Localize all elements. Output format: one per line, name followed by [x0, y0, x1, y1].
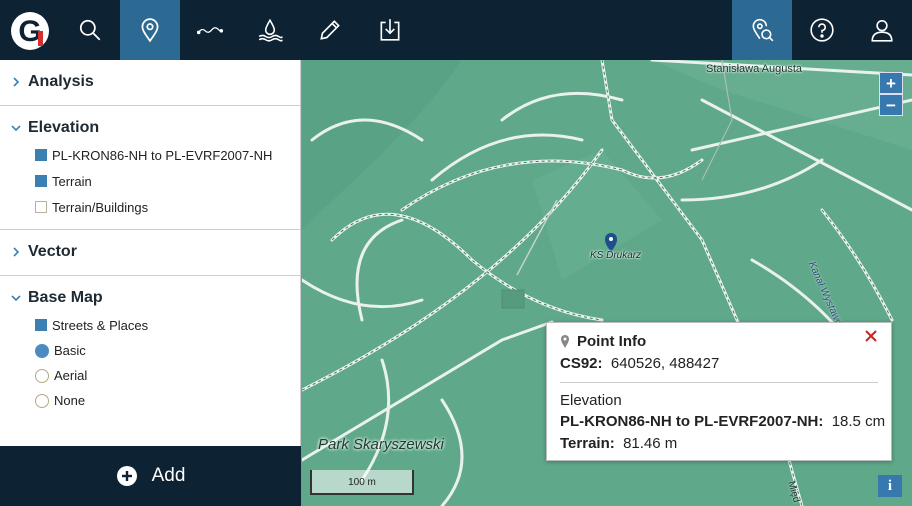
- base-map-header[interactable]: Base Map: [0, 284, 300, 312]
- radio[interactable]: [35, 343, 49, 358]
- profile-wave-icon: [197, 27, 223, 35]
- water-level-icon: [258, 18, 283, 42]
- basemap-option-aerial[interactable]: Aerial: [0, 363, 300, 388]
- layer-label: Terrain/Buildings: [52, 199, 149, 215]
- row-value: 18.5 cm: [831, 413, 886, 430]
- popup-title: Point Info: [577, 332, 647, 350]
- download-button[interactable]: [360, 0, 420, 60]
- point-info-popup: Point Info CS92: 640526, 488427 Elevatio…: [546, 322, 892, 461]
- identify-button[interactable]: [732, 0, 792, 60]
- section-base-map: Base Map Streets & Places Basic Aerial N…: [0, 276, 300, 422]
- row-value: 81.46 m: [623, 435, 678, 452]
- layer-toggle-kron86[interactable]: PL-KRON86-NH to PL-EVRF2007-NH: [0, 142, 300, 168]
- basemap-label: Basic: [54, 343, 86, 358]
- section-title: Base Map: [28, 289, 103, 306]
- section-title: Vector: [28, 243, 77, 260]
- divider: [560, 382, 878, 383]
- basemap-option-none[interactable]: None: [0, 388, 300, 413]
- analysis-header[interactable]: Analysis: [0, 68, 300, 96]
- layer-label: Terrain: [52, 173, 92, 189]
- elevation-row: PL-KRON86-NH to PL-EVRF2007-NH: 18.5 cm: [560, 411, 885, 433]
- account-button[interactable]: [852, 0, 912, 60]
- popup-section-title: Elevation: [560, 392, 622, 409]
- zoom-in-button[interactable]: +: [879, 72, 903, 94]
- map-info-icon: [752, 18, 774, 42]
- add-layer-button[interactable]: Add: [0, 446, 301, 506]
- coordinate-row: CS92: 640526, 488427: [560, 353, 878, 375]
- layer-label: Streets & Places: [52, 317, 149, 333]
- map-pin-icon: [561, 335, 569, 348]
- profile-button[interactable]: [180, 0, 240, 60]
- chevron-down-icon: [11, 295, 21, 302]
- basemap-label: Aerial: [54, 368, 88, 383]
- place-label: KS Drukarz: [590, 250, 642, 261]
- pencil-icon: [320, 20, 340, 40]
- coordinate-key: CS92:: [560, 355, 603, 372]
- layer-toggle-streets[interactable]: Streets & Places: [0, 312, 300, 338]
- chevron-right-icon: [13, 247, 20, 257]
- chevron-down-icon: [11, 125, 21, 132]
- checkbox[interactable]: [35, 149, 47, 161]
- section-title: Analysis: [28, 73, 94, 90]
- coordinate-value: 640526, 488427: [610, 355, 720, 372]
- search-button[interactable]: [60, 0, 120, 60]
- place-button[interactable]: [120, 0, 180, 60]
- section-vector: Vector: [0, 230, 300, 276]
- terrain-row: Terrain: 81.46 m: [560, 433, 878, 455]
- draw-button[interactable]: [300, 0, 360, 60]
- help-button[interactable]: [792, 0, 852, 60]
- map-pin-icon: [141, 18, 159, 43]
- chevron-right-icon: [13, 77, 20, 87]
- add-label: Add: [151, 465, 186, 486]
- elevation-header[interactable]: Elevation: [0, 114, 300, 142]
- row-key: Terrain:: [560, 435, 615, 452]
- radio[interactable]: [35, 393, 49, 408]
- checkbox[interactable]: [35, 201, 47, 213]
- attribution-info-button[interactable]: i: [878, 475, 902, 497]
- layer-toggle-terrain[interactable]: Terrain: [0, 168, 300, 194]
- row-key: PL-KRON86-NH to PL-EVRF2007-NH:: [560, 413, 824, 430]
- app-logo[interactable]: G: [10, 11, 50, 51]
- checkbox[interactable]: [35, 175, 47, 187]
- section-analysis: Analysis: [0, 60, 300, 106]
- map-view[interactable]: Stanisława Augusta KS Drukarz Kanał Wyst…: [302, 60, 912, 506]
- user-icon: [871, 19, 893, 42]
- section-title: Elevation: [28, 119, 100, 136]
- checkbox[interactable]: [35, 319, 47, 331]
- download-icon: [380, 19, 400, 41]
- popup-header: Point Info: [560, 329, 878, 353]
- radio[interactable]: [35, 368, 49, 383]
- close-icon[interactable]: [864, 329, 878, 343]
- park-label: Park Skaryszewski: [318, 436, 444, 453]
- street-label: Stanisława Augusta: [706, 63, 803, 75]
- search-icon: [79, 19, 101, 41]
- help-icon: [810, 18, 834, 42]
- toolbar: G: [0, 0, 912, 60]
- basemap-label: None: [54, 393, 86, 408]
- scale-bar: 100 m: [310, 470, 414, 495]
- zoom-out-button[interactable]: −: [879, 94, 903, 116]
- layer-label: PL-KRON86-NH to PL-EVRF2007-NH: [52, 147, 273, 163]
- layer-panel: Analysis Elevation PL-KRON86-NH to PL-EV…: [0, 60, 301, 446]
- basemap-option-basic[interactable]: Basic: [0, 338, 300, 363]
- layer-toggle-terrain-buildings[interactable]: Terrain/Buildings: [0, 194, 300, 220]
- vector-header[interactable]: Vector: [0, 238, 300, 266]
- flood-button[interactable]: [240, 0, 300, 60]
- plus-circle-icon: [116, 466, 137, 486]
- section-elevation: Elevation PL-KRON86-NH to PL-EVRF2007-NH…: [0, 106, 300, 230]
